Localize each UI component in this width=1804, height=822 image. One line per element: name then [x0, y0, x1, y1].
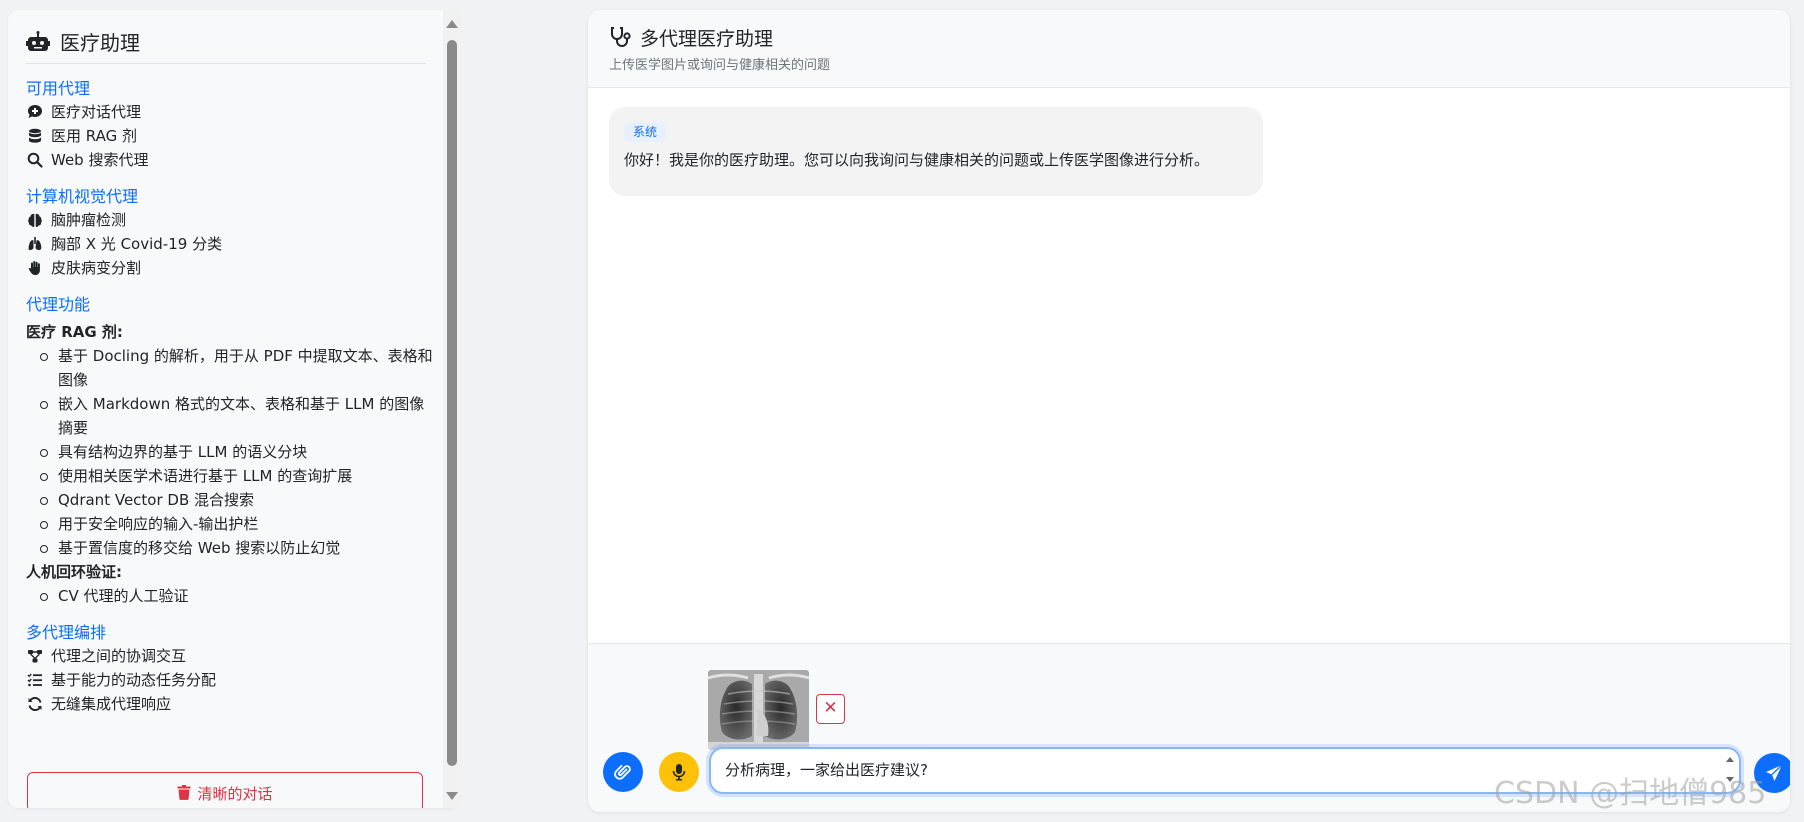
chat-title-text: 多代理医疗助理	[640, 27, 774, 50]
orch-item-coordination: 代理之间的协调交互	[26, 644, 440, 668]
sidebar-title-text: 医疗助理	[60, 31, 140, 55]
list-item: 嵌入 Markdown 格式的文本、表格和基于 LLM 的图像摘要	[40, 392, 436, 440]
orch-item-task-allocation: 基于能力的动态任务分配	[26, 668, 440, 692]
agent-item-rag: 医用 RAG 剂	[26, 124, 440, 148]
agent-item-web-search: Web 搜索代理	[26, 148, 440, 172]
section-heading-cv-agents: 计算机视觉代理	[26, 187, 139, 206]
list-item: 基于 Docling 的解析，用于从 PDF 中提取文本、表格和图像	[40, 344, 436, 392]
diagram-icon	[28, 650, 42, 663]
list-item: 用于安全响应的输入-输出护栏	[40, 512, 436, 536]
robot-icon	[26, 30, 50, 51]
cv-item-skin-lesion: 皮肤病变分割	[26, 256, 440, 280]
clear-conversation-button[interactable]: 清晰的对话	[27, 772, 423, 808]
list-item: 具有结构边界的基于 LLM 的语义分块	[40, 440, 436, 464]
database-icon	[29, 128, 41, 143]
section-heading-available-agents: 可用代理	[26, 79, 91, 98]
sync-icon	[28, 696, 42, 712]
message-list: 系统 你好！我是你的医疗助理。您可以向我询问与健康相关的问题或上传医学图像进行分…	[588, 88, 1790, 643]
sidebar: 医疗助理 可用代理 医疗对话代理 医用 RAG 剂 Web 搜索代理 计算机视觉…	[8, 10, 460, 808]
chat-header: 多代理医疗助理 上传医学图片或询问与健康相关的问题	[588, 10, 1790, 88]
stethoscope-icon	[611, 27, 631, 47]
agent-item-medical-chat: 医疗对话代理	[26, 100, 440, 124]
chat-panel: 多代理医疗助理 上传医学图片或询问与健康相关的问题 系统 你好！我是你的医疗助理…	[588, 10, 1790, 812]
rag-features-heading: 医疗 RAG 剂:	[26, 323, 123, 341]
hitl-list: CV 代理的人工验证	[26, 584, 436, 608]
paperclip-icon	[614, 765, 631, 780]
list-item: 使用相关医学术语进行基于 LLM 的查询扩展	[40, 464, 436, 488]
trash-icon	[177, 785, 191, 800]
list-item: Qdrant Vector DB 混合搜索	[40, 488, 436, 512]
sender-badge: 系统	[624, 122, 667, 142]
comment-medical-icon	[28, 105, 42, 118]
cv-item-label: 皮肤病变分割	[51, 259, 142, 277]
hand-icon	[28, 261, 40, 275]
system-message: 系统 你好！我是你的医疗助理。您可以向我询问与健康相关的问题或上传医学图像进行分…	[609, 107, 1263, 196]
section-heading-agent-features: 代理功能	[26, 295, 91, 314]
agent-item-label: Web 搜索代理	[51, 151, 149, 169]
list-item: CV 代理的人工验证	[40, 584, 436, 608]
sidebar-scrollbar[interactable]	[443, 10, 461, 808]
cv-item-brain-tumor: 脑肿瘤检测	[26, 208, 440, 232]
search-icon	[27, 152, 43, 168]
microphone-icon	[672, 764, 686, 781]
send-icon	[1766, 764, 1783, 781]
orch-item-label: 基于能力的动态任务分配	[51, 671, 217, 689]
attach-button[interactable]	[603, 752, 643, 792]
list-item: 基于置信度的移交给 Web 搜索以防止幻觉	[40, 536, 436, 560]
cv-item-label: 胸部 X 光 Covid-19 分类	[51, 235, 223, 253]
cv-item-chest-xray: 胸部 X 光 Covid-19 分类	[26, 232, 440, 256]
orch-item-label: 代理之间的协调交互	[51, 647, 187, 665]
brain-icon	[28, 213, 42, 227]
sidebar-content: 医疗助理 可用代理 医疗对话代理 医用 RAG 剂 Web 搜索代理 计算机视觉…	[8, 10, 440, 808]
chest-xray-image	[708, 670, 809, 750]
sidebar-title: 医疗助理	[26, 26, 426, 64]
scroll-down-arrow[interactable]	[446, 792, 458, 800]
rag-features-list: 基于 Docling 的解析，用于从 PDF 中提取文本、表格和图像 嵌入 Ma…	[26, 344, 436, 560]
section-heading-orchestration: 多代理编排	[26, 623, 107, 642]
lungs-icon	[28, 237, 42, 251]
chat-title: 多代理医疗助理	[609, 24, 1790, 50]
message-input-value: 分析病理，一家给出医疗建议?	[725, 761, 928, 779]
orch-item-label: 无缝集成代理响应	[51, 695, 172, 713]
message-text: 你好！我是你的医疗助理。您可以向我询问与健康相关的问题或上传医学图像进行分析。	[624, 151, 1210, 169]
orch-item-integration: 无缝集成代理响应	[26, 692, 440, 716]
hitl-heading: 人机回环验证:	[26, 563, 122, 581]
agent-item-label: 医疗对话代理	[51, 103, 142, 121]
scroll-up-arrow[interactable]	[446, 20, 458, 28]
agent-item-label: 医用 RAG 剂	[51, 127, 137, 145]
watermark: CSDN @扫地僧985	[1494, 776, 1767, 811]
clear-button-label: 清晰的对话	[197, 785, 273, 803]
chat-subtitle: 上传医学图片或询问与健康相关的问题	[609, 58, 831, 73]
uploaded-xray-thumbnail	[708, 670, 809, 750]
remove-image-button[interactable]: ✕	[816, 694, 845, 724]
scroll-thumb[interactable]	[447, 40, 457, 766]
microphone-button[interactable]	[659, 752, 699, 792]
cv-item-label: 脑肿瘤检测	[51, 211, 127, 229]
list-check-icon	[27, 673, 42, 687]
